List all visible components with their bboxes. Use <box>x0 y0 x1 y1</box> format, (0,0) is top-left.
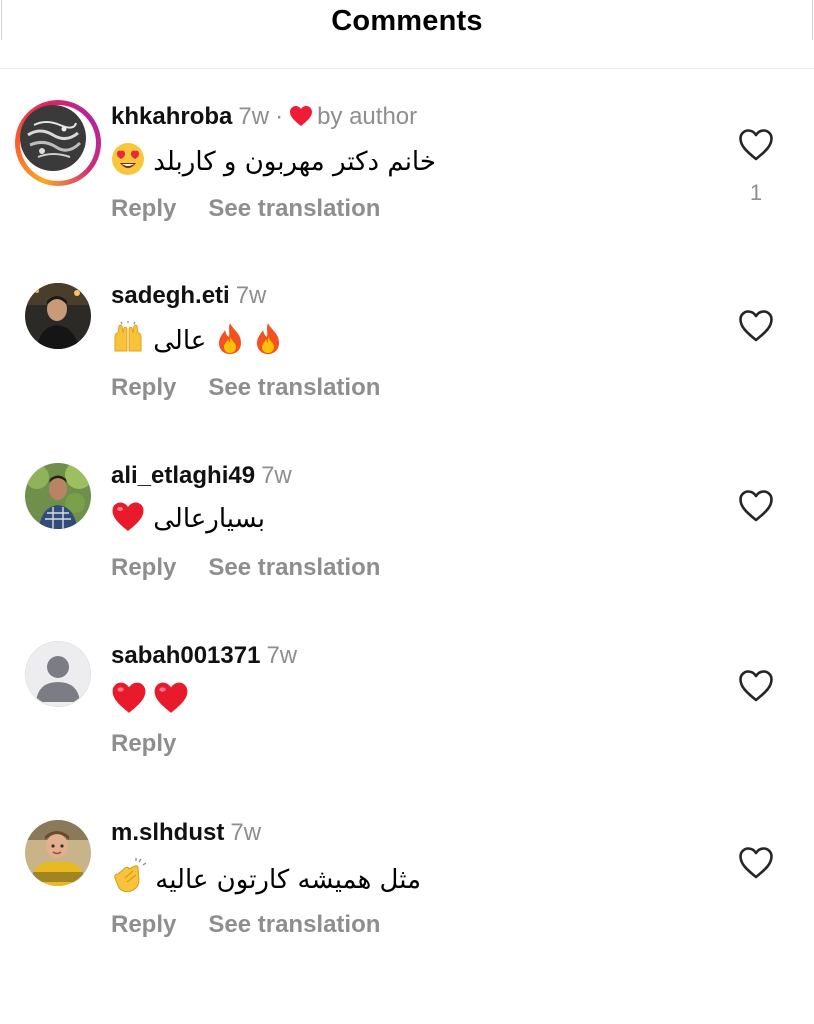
comment-time: 7w <box>235 282 267 309</box>
like-heart-icon[interactable] <box>738 489 774 523</box>
heart-filled-icon <box>289 105 313 135</box>
see-translation-button[interactable]: See translation <box>208 911 380 938</box>
fire-emoji-icon <box>215 321 245 365</box>
comment-text: عالی <box>111 321 283 365</box>
like-heart-icon[interactable] <box>738 309 774 343</box>
person-silhouette-icon <box>26 642 90 706</box>
comment-text: خانم دکتر مهربون و کاربلد <box>111 142 436 186</box>
reply-button[interactable]: Reply <box>111 195 176 222</box>
avatar[interactable] <box>25 283 91 349</box>
comment-time: 7w <box>266 642 298 669</box>
comment-username[interactable]: sadegh.eti <box>111 282 230 309</box>
comment-actions: Reply See translation <box>111 910 380 940</box>
red-heart-emoji-icon <box>111 681 147 725</box>
comment-text <box>111 681 189 725</box>
reply-button[interactable]: Reply <box>111 374 176 401</box>
like-count: 1 <box>749 180 763 205</box>
liked-by-author-label: by author <box>317 103 418 130</box>
comment-username[interactable]: m.slhdust <box>111 819 224 846</box>
fire-emoji-icon <box>253 321 283 365</box>
comment-meta: sadegh.eti 7w <box>111 281 266 311</box>
comment-meta: sabah001371 7w <box>111 641 297 671</box>
avatar[interactable] <box>25 463 91 529</box>
comment-text: بسیارعالی <box>111 501 265 543</box>
meta-separator: · <box>275 103 284 130</box>
comment-meta: m.slhdust 7w <box>111 818 261 848</box>
see-translation-button[interactable]: See translation <box>208 374 380 401</box>
comment-username[interactable]: sabah001371 <box>111 642 260 669</box>
comment-text: مثل همیشه کارتون عالیه <box>111 858 421 904</box>
avatar[interactable] <box>25 641 91 707</box>
like-heart-icon[interactable] <box>738 669 774 703</box>
story-ring[interactable] <box>15 100 101 186</box>
comment-time: 7w <box>261 462 292 489</box>
avatar[interactable] <box>20 105 86 171</box>
comment-meta: ali_etlaghi49 7w <box>111 461 292 491</box>
clapping-hands-emoji-icon <box>111 858 147 904</box>
red-heart-emoji-icon <box>111 501 145 543</box>
heart-eyes-emoji-icon <box>111 142 145 186</box>
comments-header: Comments <box>0 0 814 69</box>
page-title: Comments <box>331 5 483 37</box>
comment-text-body: مثل همیشه کارتون عالیه <box>155 865 422 895</box>
red-heart-emoji-icon <box>153 681 189 725</box>
comment-actions: Reply See translation <box>111 553 380 583</box>
see-translation-button[interactable]: See translation <box>208 195 380 222</box>
like-heart-icon[interactable] <box>738 846 774 880</box>
comment-actions: Reply See translation <box>111 194 380 224</box>
comment-meta: khkahroba 7w · by author <box>111 102 417 135</box>
comment-time: 7w <box>238 103 270 130</box>
reply-button[interactable]: Reply <box>111 554 176 581</box>
comment-text-body: بسیارعالی <box>153 504 266 534</box>
comment-username[interactable]: ali_etlaghi49 <box>111 462 255 489</box>
raising-hands-emoji-icon <box>111 321 145 365</box>
avatar[interactable] <box>25 820 91 886</box>
reply-button[interactable]: Reply <box>111 730 176 757</box>
comment-actions: Reply <box>111 729 176 759</box>
comment-username[interactable]: khkahroba <box>111 103 232 130</box>
reply-button[interactable]: Reply <box>111 911 176 938</box>
like-heart-icon[interactable] <box>738 128 774 162</box>
comment-text-body: خانم دکتر مهربون و کاربلد <box>153 147 436 177</box>
comment-actions: Reply See translation <box>111 373 380 403</box>
comment-text-body: عالی <box>153 326 207 356</box>
see-translation-button[interactable]: See translation <box>208 554 380 581</box>
comments-sheet: Comments khkahroba 7w · by author خانم د… <box>0 0 814 1024</box>
comment-time: 7w <box>230 819 262 846</box>
